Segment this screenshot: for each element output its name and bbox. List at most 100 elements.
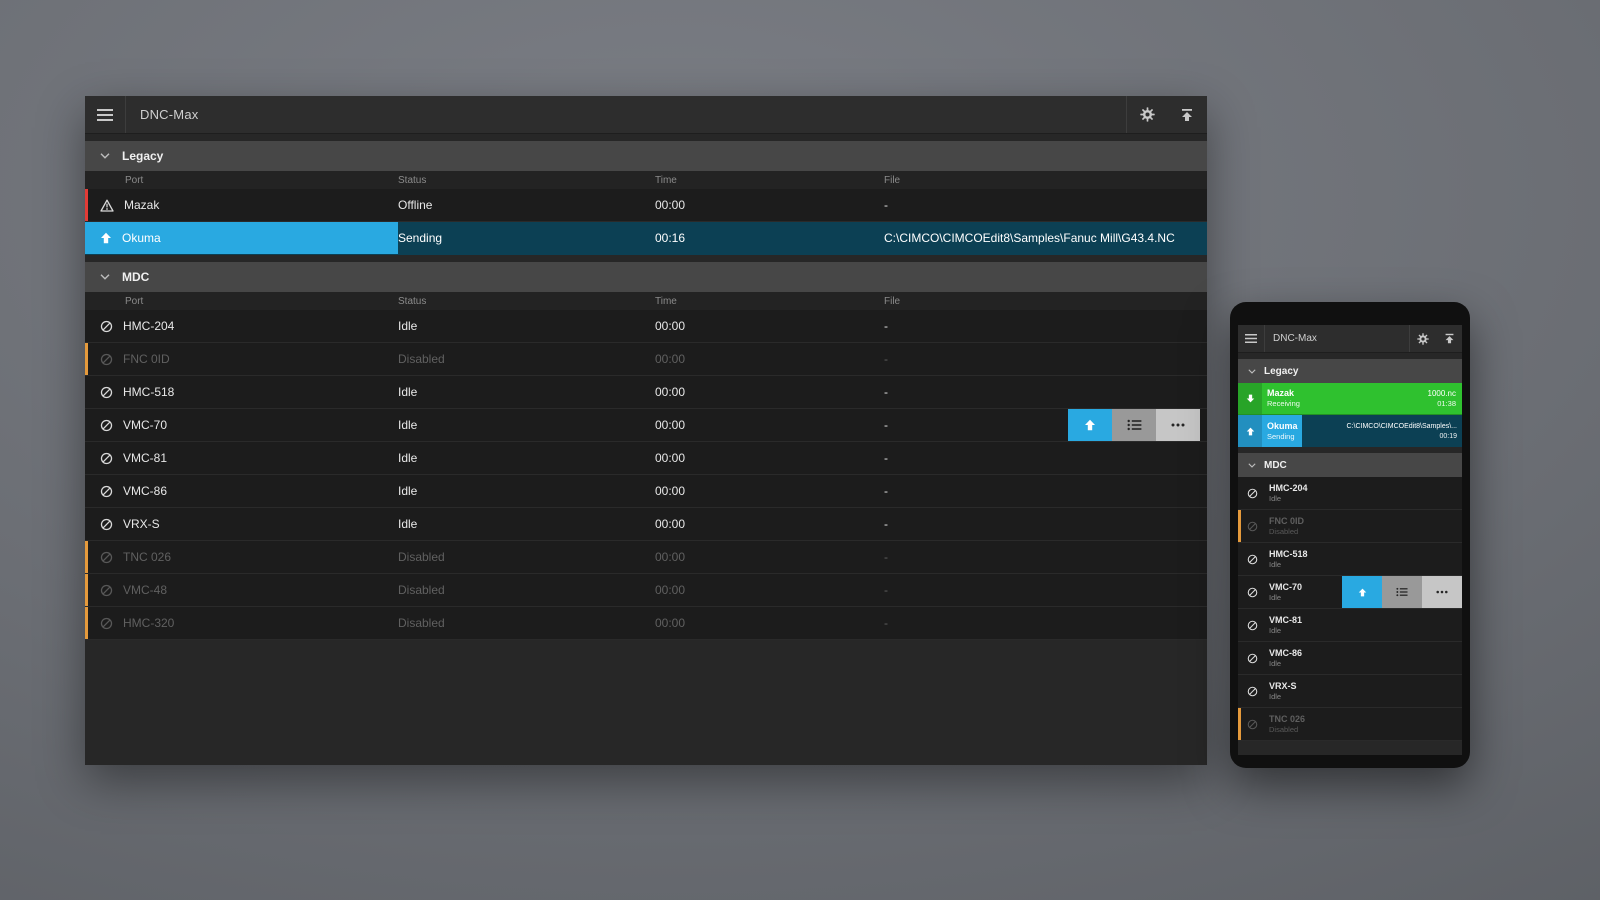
table-row-hmc-204[interactable]: HMC-204 Idle 00:00 - (85, 310, 1207, 343)
column-headers: Port Status Time File (85, 171, 1207, 189)
phone-row-vrx-s[interactable]: VRX-S Idle (1238, 675, 1462, 708)
table-row-vmc-70[interactable]: VMC-70 Idle 00:00 - (85, 409, 1207, 442)
hamburger-menu-icon (97, 109, 113, 121)
file-cell: - (884, 376, 1207, 408)
idle-icon (100, 419, 113, 432)
port-info: FNC 0ID Disabled (1269, 517, 1304, 536)
phone-row-mazak[interactable]: Mazak Receiving 1000.nc 01:38 (1238, 383, 1462, 415)
ellipsis-icon (1436, 590, 1448, 594)
receiving-icon-box (1238, 383, 1262, 414)
idle-icon (100, 386, 113, 399)
send-file-button[interactable] (1342, 576, 1382, 608)
time-cell: 00:00 (655, 475, 884, 507)
more-options-button[interactable] (1156, 409, 1200, 441)
phone-row-vmc-81[interactable]: VMC-81 Idle (1238, 609, 1462, 642)
hamburger-menu-icon (1245, 334, 1257, 343)
menu-button[interactable] (1238, 325, 1264, 353)
menu-button[interactable] (85, 96, 125, 134)
port-cell: HMC-320 (85, 607, 398, 639)
queue-list-icon (1396, 587, 1408, 597)
phone-row-hmc-518[interactable]: HMC-518 Idle (1238, 543, 1462, 576)
chevron-down-icon (1248, 463, 1256, 468)
file-cell: C:\CIMCO\CIMCOEdit8\Samples\Fanuc Mill\G… (884, 222, 1207, 254)
port-name: HMC-518 (1269, 550, 1308, 559)
transfer-file: C:\CIMCO\CIMCOEdit8\Samples\... (1347, 423, 1457, 430)
time-cell: 00:16 (655, 222, 884, 254)
more-options-button[interactable] (1422, 576, 1462, 608)
port-name: VMC-86 (1269, 649, 1302, 658)
table-row-okuma[interactable]: Okuma Sending 00:16 C:\CIMCO\CIMCOEdit8\… (85, 222, 1207, 255)
port-name: HMC-320 (123, 616, 174, 630)
port-name: Okuma (1267, 422, 1298, 431)
port-name: Mazak (1267, 389, 1300, 398)
table-row-hmc-320[interactable]: HMC-320 Disabled 00:00 - (85, 607, 1207, 640)
port-cell: VRX-S (85, 508, 398, 540)
table-row-vmc-81[interactable]: VMC-81 Idle 00:00 - (85, 442, 1207, 475)
status-cell: Idle (398, 475, 655, 507)
warning-icon (100, 199, 114, 212)
table-row-vrx-s[interactable]: VRX-S Idle 00:00 - (85, 508, 1207, 541)
section-header-legacy[interactable]: Legacy (1238, 359, 1462, 383)
port-cell: VMC-81 (85, 442, 398, 474)
idle-icon (1247, 587, 1258, 598)
port-cell: Okuma (85, 222, 398, 254)
status-cell: Idle (398, 508, 655, 540)
time-cell: 00:00 (655, 310, 884, 342)
window-header: DNC-Max (85, 96, 1207, 134)
settings-button[interactable] (1410, 325, 1436, 353)
section-header-legacy[interactable]: Legacy (85, 141, 1207, 171)
port-status: Disabled (1269, 528, 1304, 536)
table-row-mazak[interactable]: Mazak Offline 00:00 - (85, 189, 1207, 222)
queue-list-button[interactable] (1112, 409, 1156, 441)
send-file-button[interactable] (1167, 96, 1207, 134)
status-cell: Sending (398, 222, 655, 254)
file-cell: - (884, 475, 1207, 507)
file-cell: - (884, 189, 1207, 221)
phone-row-vmc-86[interactable]: VMC-86 Idle (1238, 642, 1462, 675)
send-file-button[interactable] (1436, 325, 1462, 353)
port-info: Okuma Sending (1267, 415, 1298, 447)
table-row-hmc-518[interactable]: HMC-518 Idle 00:00 - (85, 376, 1207, 409)
transfer-time: 00:19 (1439, 433, 1457, 440)
table-row-tnc-026[interactable]: TNC 026 Disabled 00:00 - (85, 541, 1207, 574)
phone-row-fnc-0id[interactable]: FNC 0ID Disabled (1238, 510, 1462, 543)
table-row-vmc-86[interactable]: VMC-86 Idle 00:00 - (85, 475, 1207, 508)
time-cell: 00:00 (655, 508, 884, 540)
sending-icon-box (1238, 415, 1262, 447)
phone-screen: DNC-Max Legacy Mazak Receiving 1000.nc 0… (1238, 325, 1462, 755)
section-header-mdc[interactable]: MDC (1238, 453, 1462, 477)
dncmax-window: DNC-Max Legacy Port Status Time File Maz… (85, 96, 1207, 765)
port-info: HMC-204 Idle (1269, 484, 1308, 503)
header-divider (1264, 325, 1265, 352)
row-hover-actions (1342, 576, 1462, 608)
port-name: Okuma (122, 231, 161, 245)
port-status: Idle (1269, 594, 1302, 602)
queue-list-button[interactable] (1382, 576, 1422, 608)
app-title: DNC-Max (1273, 333, 1317, 344)
phone-row-tnc-026[interactable]: TNC 026 Disabled (1238, 708, 1462, 741)
status-cell: Disabled (398, 343, 655, 375)
port-status: Sending (1267, 433, 1298, 441)
sending-port-block: Okuma Sending (1238, 415, 1302, 447)
idle-icon (1247, 554, 1258, 565)
port-name: VRX-S (1269, 682, 1297, 691)
port-name: VMC-70 (1269, 583, 1302, 592)
port-name: Mazak (124, 198, 159, 212)
status-cell: Idle (398, 442, 655, 474)
column-headers: Port Status Time File (85, 292, 1207, 310)
settings-button[interactable] (1127, 96, 1167, 134)
idle-icon (100, 485, 113, 498)
queue-list-icon (1127, 419, 1142, 431)
file-cell: - (884, 343, 1207, 375)
phone-row-okuma[interactable]: Okuma Sending C:\CIMCO\CIMCOEdit8\Sample… (1238, 415, 1462, 447)
phone-row-vmc-70[interactable]: VMC-70 Idle (1238, 576, 1462, 609)
send-file-button[interactable] (1068, 409, 1112, 441)
port-name: HMC-204 (1269, 484, 1308, 493)
table-row-vmc-48[interactable]: VMC-48 Disabled 00:00 - (85, 574, 1207, 607)
header-divider (125, 96, 126, 133)
port-cell: VMC-48 (85, 574, 398, 606)
section-header-mdc[interactable]: MDC (85, 262, 1207, 292)
table-row-fnc-0id[interactable]: FNC 0ID Disabled 00:00 - (85, 343, 1207, 376)
phone-row-hmc-204[interactable]: HMC-204 Idle (1238, 477, 1462, 510)
idle-icon (100, 518, 113, 531)
